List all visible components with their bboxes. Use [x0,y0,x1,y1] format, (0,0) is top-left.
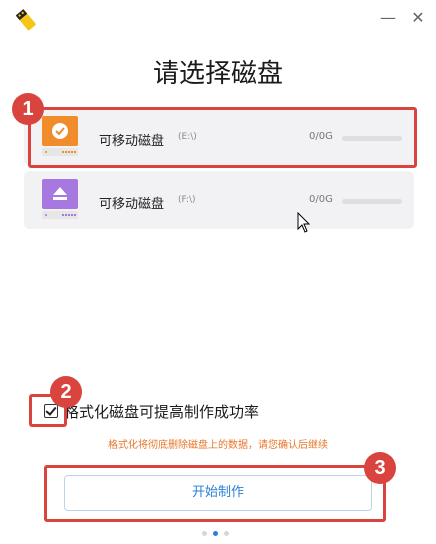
annotation-marker-3: 3 [364,452,396,484]
disk-usage-bar [342,136,402,141]
usb-drive-eject-icon [42,179,78,219]
page-dot[interactable] [202,531,207,536]
start-creation-button[interactable]: 开始制作 [64,475,372,511]
disk-drive-letter: (F:\) [178,195,196,205]
page-dot-active[interactable] [213,531,218,536]
annotation-marker-1: 1 [12,93,44,125]
format-option-label: 格式化磁盘可提高制作成功率 [64,402,260,421]
page-title: 请选择磁盘 [152,59,283,89]
disk-drive-letter: (E:\) [178,132,197,142]
disk-item-f[interactable]: 可移动磁盘 (F:\) 0/0G [24,171,414,229]
format-warning-text: 格式化将彻底删除磁盘上的数据，请您确认后继续 [108,440,328,451]
mouse-cursor-icon [297,212,311,233]
page-dot[interactable] [224,531,229,536]
format-checkbox[interactable] [44,404,58,418]
minimize-button[interactable]: — [378,8,398,28]
pagination-dots [202,531,229,536]
disk-usage-bar [342,199,402,204]
disk-name: 可移动磁盘 [99,134,165,149]
close-button[interactable]: ✕ [408,8,428,28]
disk-capacity: 0/0G [309,194,333,205]
disk-item-e[interactable]: 可移动磁盘 (E:\) 0/0G [24,108,414,166]
disk-name: 可移动磁盘 [99,197,165,212]
app-logo-icon [15,9,36,31]
usb-drive-checked-icon [42,116,78,156]
annotation-marker-2: 2 [50,376,82,408]
disk-capacity: 0/0G [309,131,333,142]
